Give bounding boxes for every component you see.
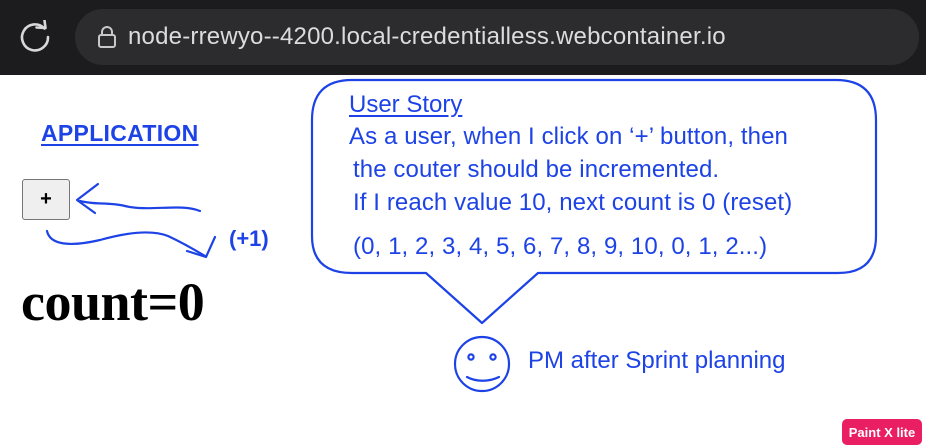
user-story-line: the couter should be incremented. xyxy=(353,156,720,183)
count-display: count=0 xyxy=(21,272,205,332)
reload-button[interactable] xyxy=(12,14,58,60)
increment-note: (+1) xyxy=(229,226,269,251)
lock-icon xyxy=(97,24,119,50)
browser-toolbar: node-rrewyo--4200.local-credentialless.w… xyxy=(0,0,926,75)
pm-caption: PM after Sprint planning xyxy=(528,347,786,374)
user-story-line: If I reach value 10, next count is 0 (re… xyxy=(353,189,793,216)
user-story-sequence: (0, 1, 2, 3, 4, 5, 6, 7, 8, 9, 10, 0, 1,… xyxy=(353,233,768,260)
reload-icon xyxy=(20,20,50,52)
smiley-face-icon xyxy=(453,335,511,393)
arrow-to-button-icon xyxy=(75,182,202,215)
increment-button[interactable]: + xyxy=(22,179,70,220)
url-text: node-rrewyo--4200.local-credentialless.w… xyxy=(128,23,726,50)
application-heading: APPLICATION xyxy=(41,120,199,146)
user-story-line: As a user, when I click on ‘+’ button, t… xyxy=(349,123,788,150)
user-story-title: User Story xyxy=(349,91,463,118)
watermark-badge: Paint X lite xyxy=(842,419,922,445)
address-bar[interactable]: node-rrewyo--4200.local-credentialless.w… xyxy=(75,9,919,65)
increment-arrow-icon xyxy=(45,229,217,259)
